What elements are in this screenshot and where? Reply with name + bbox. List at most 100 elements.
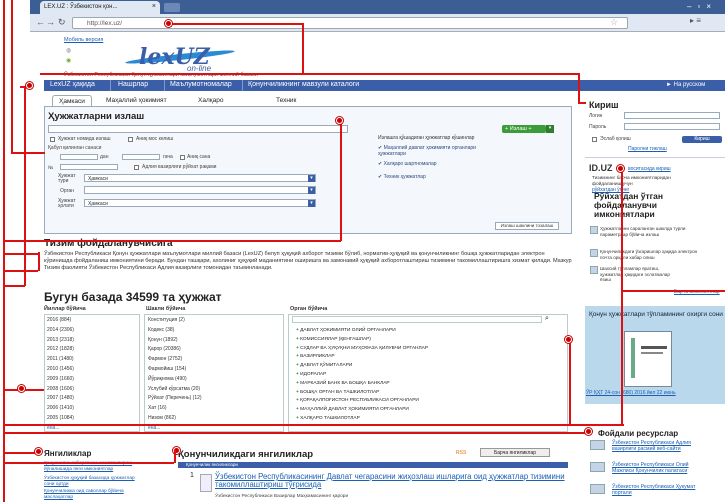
form-item[interactable]: Услубий кўрсатма (20)	[148, 386, 200, 392]
callout-dot	[565, 336, 572, 343]
nav-references[interactable]: Маълумотномалар	[170, 81, 232, 88]
close-tab-icon[interactable]: ×	[152, 3, 156, 10]
organ-item[interactable]: + СУДЛАР ВА ҲУҚУҚНИ МУҲОФАЗА ҚИЛУВЧИ ОРГ…	[296, 346, 428, 351]
organ-item[interactable]: + МАРКАЗИЙ БАНК ВА БОШҚА БАНКЛАР	[296, 381, 390, 386]
id-uz-link[interactable]: воситасида кириш	[628, 166, 671, 172]
year-item[interactable]: 2006 (1410)	[47, 405, 74, 411]
password-input[interactable]	[624, 123, 720, 130]
organ-select[interactable]: ▾	[84, 186, 316, 194]
search-button[interactable]: + Излаш +	[502, 125, 546, 133]
include-international-check[interactable]: ✔ Халқаро шартномалар	[378, 161, 437, 167]
news-link[interactable]: Қонунчилик ахборотини шакллантириш йўнал…	[44, 461, 144, 472]
year-item[interactable]: 2007 (1480)	[47, 395, 74, 401]
all-features-link[interactable]: Барча имкониятлар	[674, 289, 720, 295]
organ-item[interactable]: + ДАВЛАТ ҚЎМИТАЛАРИ	[296, 363, 352, 368]
clear-search-button[interactable]: Излаш шаклини тозалаш	[495, 222, 559, 230]
android-icon[interactable]: ◉	[66, 57, 71, 64]
date-from-input[interactable]	[60, 154, 98, 160]
browser-tab[interactable]: LEX.UZ : Ўзбекистон қон... ×	[40, 1, 160, 14]
year-item[interactable]: 2008 (1606)	[47, 386, 74, 392]
all-news-button[interactable]: Барча янгиликлар	[480, 448, 550, 457]
organ-item[interactable]: + ДАВЛАТ ҲОКИМИЯТИ ОЛИЙ ОРГАНЛАРИ	[296, 328, 396, 333]
year-item[interactable]: 2005 (1084)	[47, 415, 74, 421]
year-item[interactable]: 2016 (884)	[47, 317, 71, 323]
forward-arrow-icon[interactable]: →	[46, 17, 55, 27]
form-item[interactable]: Низом (862)	[148, 415, 176, 421]
news-link[interactable]: Ўзбекистон ҳуқуқий базасида ҳужжатлар со…	[44, 476, 144, 487]
year-item[interactable]: 2010 (1456)	[47, 366, 74, 372]
remember-checkbox[interactable]	[592, 137, 597, 142]
organ-item[interactable]: + ХАЛҚАРО ТАШКИЛОТЛАР	[296, 416, 360, 421]
collection-book-image[interactable]	[624, 331, 672, 387]
organ-item[interactable]: + КОМИССИЯЛАР (ҚЕНГАШЛАР)	[296, 337, 371, 342]
tab-local[interactable]: Маҳаллий ҳокимият	[100, 95, 173, 106]
new-tab-button[interactable]	[164, 3, 180, 12]
registered-checkbox[interactable]	[134, 165, 139, 170]
search-input[interactable]	[48, 125, 348, 133]
login-input[interactable]	[624, 112, 720, 119]
tab-international[interactable]: Халқаро	[192, 95, 229, 106]
year-item[interactable]: 2013 (2318)	[47, 337, 74, 343]
form-item[interactable]: Фармойиш (154)	[148, 366, 186, 372]
type-select[interactable]: Ҳамкаси ▾	[84, 174, 316, 182]
form-item[interactable]: Кодекс (38)	[148, 327, 174, 333]
form-item[interactable]: Қонун (1892)	[148, 337, 178, 343]
forms-more-link[interactable]: ёна...	[148, 425, 161, 431]
back-arrow-icon[interactable]: ←	[36, 17, 45, 27]
nav-catalog[interactable]: Қонунчиликнинг мавзули каталоги	[248, 81, 359, 88]
title-only-checkbox[interactable]	[50, 137, 55, 142]
reload-icon[interactable]: ↻	[58, 17, 66, 28]
date-to-input[interactable]	[122, 154, 160, 160]
lexuz-logo[interactable]: lexUZ on-line	[124, 42, 236, 74]
organ-item[interactable]: + ВАЗИРЛИКЛАР	[296, 354, 335, 359]
exact-match-checkbox[interactable]	[128, 137, 133, 142]
organ-item[interactable]: + БОШҚА ОРГАН ВА ТАШКИЛОТЛАР	[296, 390, 379, 395]
bookmark-star-icon[interactable]: ☆	[610, 17, 618, 28]
form-item[interactable]: Қарор (20386)	[148, 346, 181, 352]
form-item[interactable]: Конституция (2)	[148, 317, 185, 323]
number-input[interactable]	[60, 164, 118, 170]
form-item[interactable]: Йўриқнома (490)	[148, 376, 187, 382]
exact-date-checkbox[interactable]	[180, 155, 185, 160]
nav-publications[interactable]: Нашрлар	[118, 81, 148, 88]
years-more-link[interactable]: ёна...	[47, 425, 60, 431]
organ-item[interactable]: + ИДОРАЛАР	[296, 372, 326, 377]
address-bar[interactable]: http://lex.uz/	[72, 17, 628, 29]
resource-link[interactable]: Ўзбекистон Республикаси Адлия вазирлиги …	[612, 440, 712, 452]
organ-item[interactable]: + ҚОРАҚАЛПОҒИСТОН РЕСПУБЛИКАСИ ОРГАНЛАРИ	[296, 398, 419, 403]
search-options-button[interactable]: ▾	[546, 125, 554, 133]
browser-menu-icon[interactable]: ▸ ≡	[690, 16, 701, 25]
tab-general[interactable]: Ҳамкаси	[52, 95, 92, 106]
organ-item[interactable]: + МАҲАЛЛИЙ ДАВЛАТ ҲОКИМИЯТИ ОРГАНЛАРИ	[296, 407, 409, 412]
form-item[interactable]: Фармон (2752)	[148, 356, 182, 362]
year-item[interactable]: 2012 (1828)	[47, 346, 74, 352]
latest-collection-code[interactable]: ЎР ҚҲТ 24-сон (680) 2016 йил 22 июнь	[586, 390, 676, 396]
resource-link[interactable]: Ўзбекистон Республикаси Олий Мажлиси Қон…	[612, 462, 712, 474]
resource-link[interactable]: Ўзбекистон Республикаси Ҳукумат портали	[612, 484, 712, 496]
tab-technical[interactable]: Техник	[270, 95, 302, 106]
mobile-version-link[interactable]: Мобиль версия	[64, 37, 103, 43]
news-link[interactable]: Қонунчиликка оид саволлар бўйича маслаҳа…	[44, 489, 144, 500]
nav-about[interactable]: LexUZ ҳақида	[50, 81, 95, 88]
include-technical-check[interactable]: ✔ Техник ҳужжатлар	[378, 174, 426, 180]
include-local-check[interactable]: ✔ Маҳаллий давлат ҳокимияти органлари ҳу…	[378, 145, 498, 157]
password-recover-link[interactable]: Паролни тиклаш	[628, 146, 667, 152]
year-item[interactable]: 2011 (1480)	[47, 356, 74, 362]
login-title: Кириш	[589, 100, 619, 110]
apple-icon[interactable]: ◍	[66, 47, 71, 54]
plus-icon: +	[296, 380, 299, 386]
status-select[interactable]: Ҳамкаси ▾	[84, 199, 316, 207]
window-controls[interactable]: –▫×	[687, 2, 717, 11]
organ-item-label: МАҲАЛЛИЙ ДАВЛАТ ҲОКИМИЯТИ ОРГАНЛАРИ	[300, 407, 409, 413]
search-icon[interactable]: ⌕	[545, 315, 549, 323]
rss-link[interactable]: RSS	[456, 450, 466, 456]
chevron-down-icon: ▾	[308, 200, 315, 207]
legislation-item-link[interactable]: Ўзбекистон Республикасининг Давлат чегар…	[215, 473, 565, 489]
organ-filter-input[interactable]	[292, 316, 542, 323]
login-button[interactable]: Кириш	[682, 136, 722, 143]
year-item[interactable]: 2009 (1660)	[47, 376, 74, 382]
nav-language[interactable]: ► На русском	[666, 82, 705, 88]
form-item[interactable]: Рўйхат (Перечень) (12)	[148, 395, 202, 401]
form-item[interactable]: Хат (16)	[148, 405, 167, 411]
year-item[interactable]: 2014 (2306)	[47, 327, 74, 333]
